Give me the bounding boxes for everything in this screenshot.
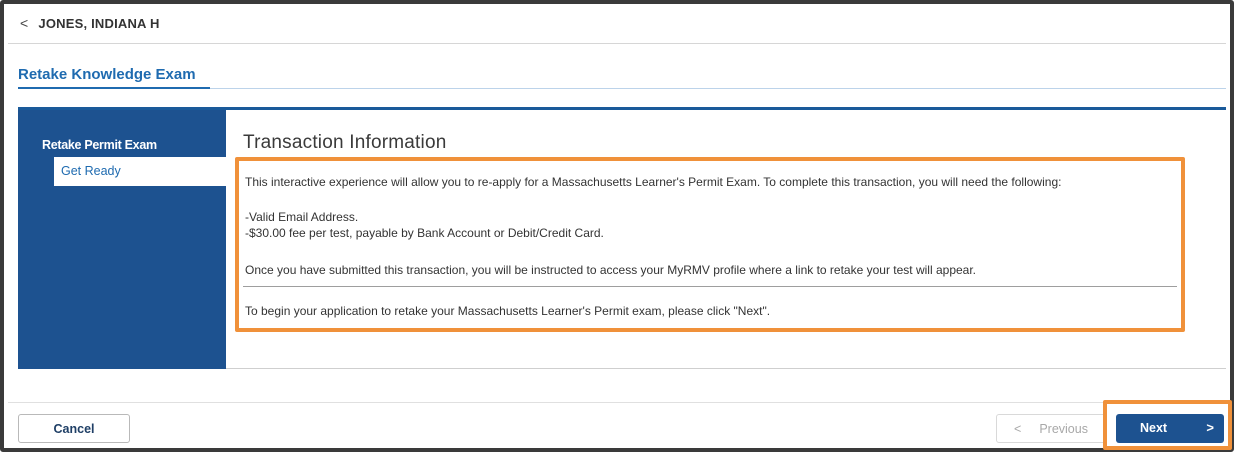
- active-tab-underline: [18, 87, 210, 89]
- cancel-button[interactable]: Cancel: [18, 414, 130, 443]
- back-to-customer-link[interactable]: < JONES, INDIANA H: [20, 15, 160, 31]
- next-button[interactable]: Next >: [1116, 414, 1224, 443]
- instruction-text: To begin your application to retake your…: [245, 304, 771, 318]
- chevron-left-icon: <: [20, 15, 29, 31]
- chevron-right-icon: >: [1206, 420, 1214, 435]
- sidebar-heading: Retake Permit Exam: [42, 138, 157, 152]
- requirement-item: -$30.00 fee per test, payable by Bank Ac…: [245, 226, 604, 240]
- intro-text: This interactive experience will allow y…: [245, 175, 1062, 189]
- chevron-left-icon: <: [1014, 421, 1022, 436]
- content-divider: [226, 368, 1226, 369]
- previous-label: Previous: [1039, 421, 1088, 436]
- info-separator: [243, 286, 1177, 287]
- customer-name: JONES, INDIANA H: [38, 15, 160, 31]
- header-divider: [8, 43, 1226, 44]
- next-label: Next: [1140, 421, 1168, 435]
- section-heading: Transaction Information: [243, 132, 447, 153]
- tab-retake-knowledge-exam[interactable]: Retake Knowledge Exam: [18, 66, 196, 83]
- transaction-info-box: This interactive experience will allow y…: [235, 157, 1185, 332]
- after-submit-text: Once you have submitted this transaction…: [245, 263, 977, 277]
- sidebar-item-get-ready[interactable]: Get Ready: [54, 157, 226, 186]
- previous-button[interactable]: < Previous: [996, 414, 1106, 443]
- step-sidebar: Retake Permit Exam Get Ready: [18, 110, 226, 369]
- requirement-item: -Valid Email Address.: [245, 210, 359, 224]
- footer-divider: [8, 402, 1226, 403]
- tab-strip-line: [210, 88, 1226, 89]
